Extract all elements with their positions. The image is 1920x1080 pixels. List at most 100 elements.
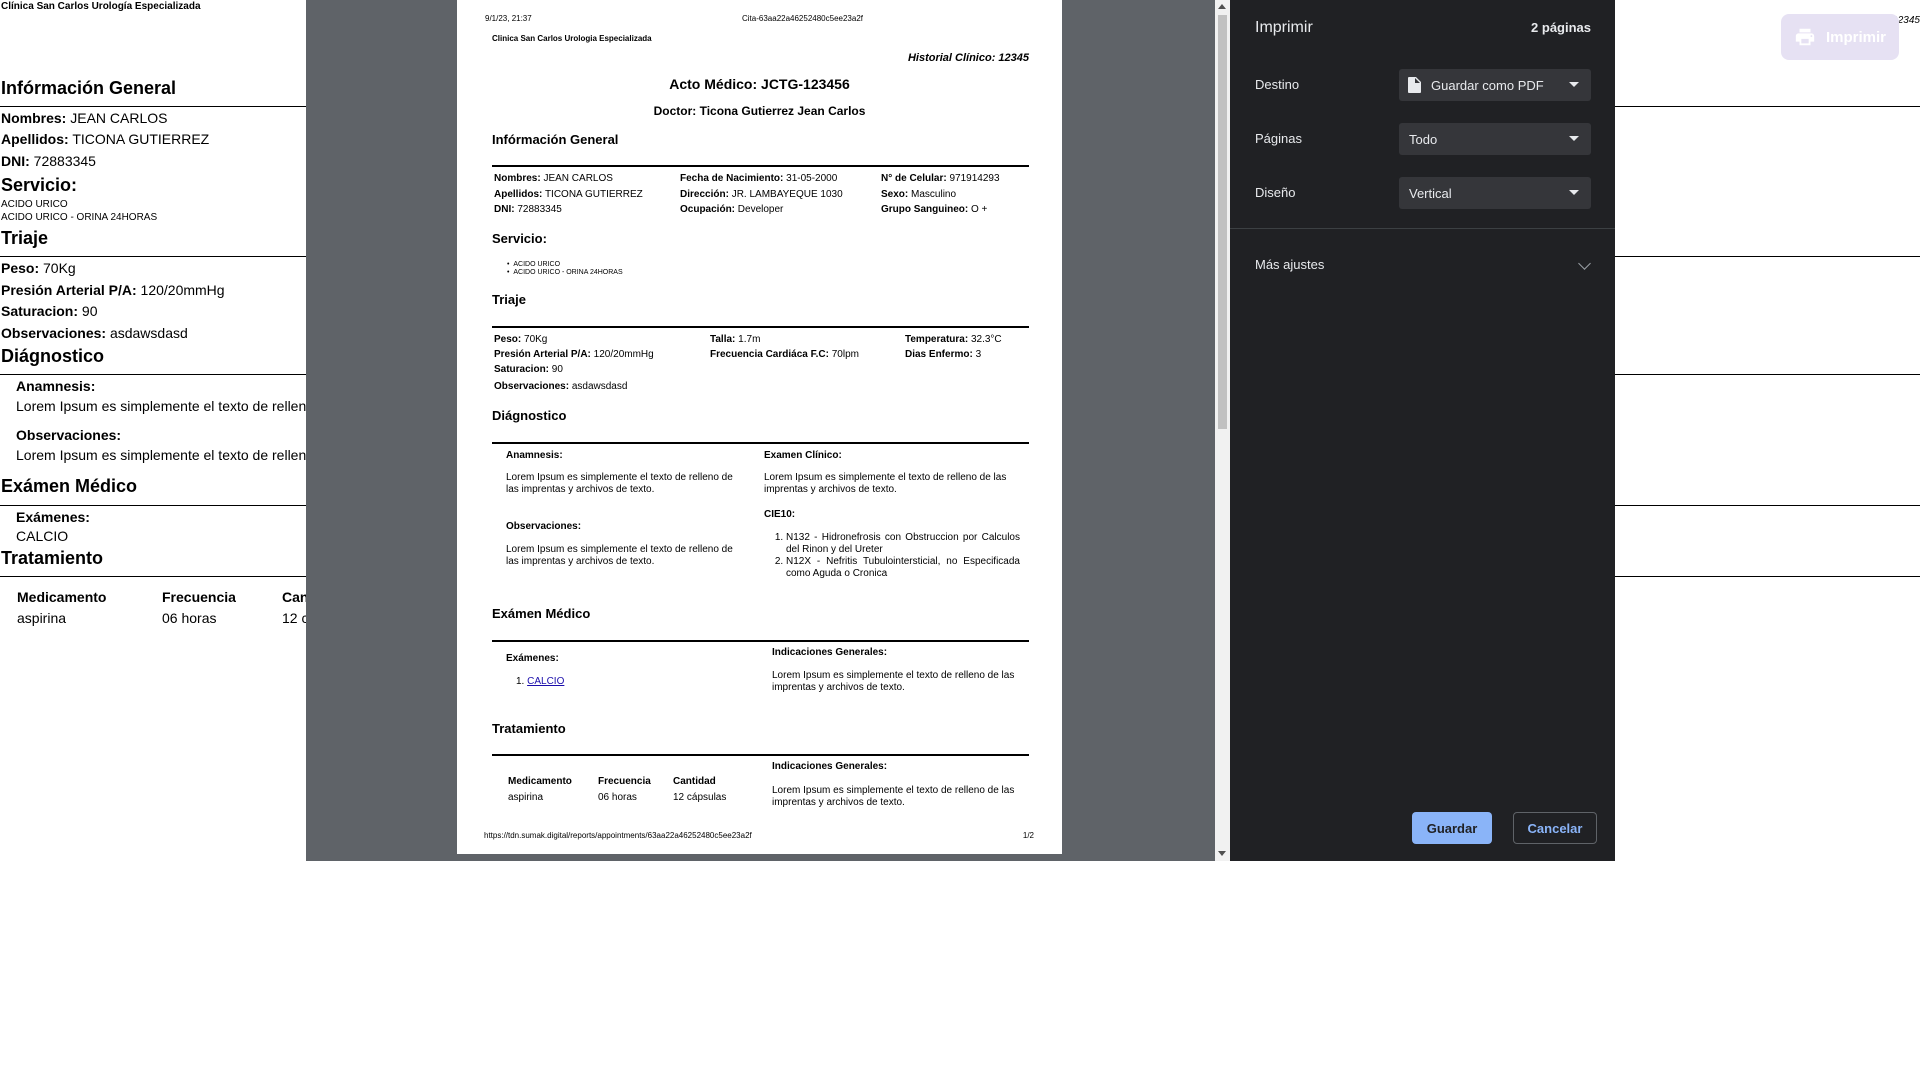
- preview-page: 9/1/23, 21:37 Cita-63aa22a46252480c5ee23…: [457, 0, 1062, 854]
- scrollbar-thumb[interactable]: [1218, 15, 1227, 429]
- preview-obs-text: Lorem Ipsum es simplemente el texto de r…: [506, 544, 733, 567]
- info-title: Infórmación General: [1, 78, 177, 98]
- preview-fc: Frecuencia Cardiáca F.C: 70lpm: [710, 349, 859, 360]
- diseno-label: Diseño: [1255, 185, 1296, 200]
- print-button-label: Imprimir: [1825, 28, 1886, 46]
- preview-sexo: Sexo: Masculino: [881, 189, 957, 200]
- preview-footer-page: 1/2: [1022, 831, 1034, 840]
- preview-nombres: Nombres: JEAN CARLOS: [494, 173, 613, 184]
- print-settings-panel: Imprimir 2 páginas Destino Guardar como …: [1230, 0, 1615, 861]
- preview-dias: Dias Enfermo: 3: [905, 349, 982, 360]
- servicio-title: Servicio:: [1, 175, 78, 195]
- preview-anamnesis-label: Anamnesis:: [506, 450, 563, 461]
- diseno-value: Vertical: [1409, 185, 1452, 201]
- chevron-down-icon: [1569, 190, 1579, 195]
- preview-servicio-title: Servicio:: [492, 231, 547, 246]
- col-cantidad: Can: [282, 589, 309, 605]
- preview-cie10-list: N132 - Hidronefrosis con Obstruccion por…: [764, 532, 1020, 580]
- preview-footer-url: https://tdn.sumak.digital/reports/appoin…: [484, 831, 752, 840]
- servicio-item: ACIDO URICO: [1, 199, 68, 210]
- destino-value: Guardar como PDF: [1431, 77, 1544, 93]
- scroll-down-icon[interactable]: [1218, 851, 1226, 856]
- preview-cie10-label: CIE10:: [764, 509, 796, 520]
- expand-chevron-icon[interactable]: [1578, 257, 1591, 270]
- triaje-title: Triaje: [1, 228, 49, 248]
- preview-cell-frecuencia: 06 horas: [598, 792, 637, 803]
- preview-servicio-item: • ACIDO URICO: [507, 261, 561, 268]
- panel-divider: [1230, 228, 1615, 229]
- preview-divider: [492, 640, 1029, 642]
- observaciones-label: Observaciones:: [16, 427, 122, 443]
- preview-fnac: Fecha de Nacimiento: 31-05-2000: [680, 173, 838, 184]
- preview-divider: [492, 326, 1029, 328]
- preview-observaciones: Observaciones: asdawsdasd: [494, 381, 628, 392]
- print-preview-area[interactable]: 9/1/23, 21:37 Cita-63aa22a46252480c5ee23…: [306, 0, 1230, 861]
- more-settings[interactable]: Más ajustes: [1255, 257, 1324, 272]
- chevron-down-icon: [1569, 82, 1579, 87]
- preview-obs-label: Observaciones:: [506, 521, 582, 532]
- print-dialog: 9/1/23, 21:37 Cita-63aa22a46252480c5ee23…: [306, 0, 1615, 861]
- preview-indicaciones-label-2: Indicaciones Generales:: [772, 761, 888, 772]
- peso-line: Peso: 70Kg: [1, 260, 76, 276]
- preview-doc-title: Cita-63aa22a46252480c5ee23a2f: [742, 14, 863, 23]
- preview-dni: DNI: 72883345: [494, 204, 562, 215]
- preview-info-title: Infórmación General: [492, 132, 619, 147]
- saturacion-line: Saturacion: 90: [1, 303, 98, 319]
- observaciones-text: Lorem Ipsum es simplemente el texto de r…: [16, 447, 307, 463]
- preview-indicaciones-label: Indicaciones Generales:: [772, 647, 888, 658]
- paginas-select[interactable]: Todo: [1399, 123, 1591, 155]
- examen-title: Exámen Médico: [1, 476, 138, 496]
- dni-line: DNI: 72883345: [1, 153, 96, 169]
- print-button[interactable]: Imprimir: [1781, 14, 1899, 60]
- preview-servicio-item: • ACIDO URICO - ORINA 24HORAS: [507, 269, 623, 276]
- save-button[interactable]: Guardar: [1412, 812, 1492, 844]
- preview-indicaciones-text-2: Lorem Ipsum es simplemente el texto de r…: [772, 785, 1015, 808]
- preview-cell-cantidad: 12 cápsulas: [673, 792, 727, 803]
- preview-ocup: Ocupación: Developer: [680, 204, 784, 215]
- preview-tratamiento-title: Tratamiento: [492, 721, 566, 736]
- cancel-button[interactable]: Cancelar: [1513, 812, 1597, 844]
- preview-examenes-label: Exámenes:: [506, 653, 559, 664]
- examen-item: CALCIO: [16, 528, 69, 544]
- preview-clinic: Clinica San Carlos Urologia Especializad…: [492, 34, 652, 43]
- preview-anamnesis-text: Lorem Ipsum es simplemente el texto de r…: [506, 472, 733, 495]
- preview-historial: Historial Clínico: 12345: [907, 52, 1029, 64]
- preview-divider: [492, 754, 1029, 756]
- nombres-line: Nombres: JEAN CARLOS: [1, 110, 168, 126]
- cie10-item: N12X - Nefritis Tubulointersticial, no E…: [786, 556, 1020, 580]
- preview-divider: [492, 442, 1029, 444]
- preview-doctor: Doctor: Ticona Gutierrez Jean Carlos: [653, 104, 866, 118]
- servicio-item: ACIDO URICO - ORINA 24HORAS: [1, 212, 158, 223]
- preview-cel: N° de Celular: 971914293: [881, 173, 1000, 184]
- preview-diagnostico-title: Diágnostico: [492, 408, 567, 423]
- paginas-label: Páginas: [1255, 131, 1302, 146]
- presion-line: Presión Arterial P/A: 120/20mmHg: [1, 282, 225, 298]
- cell-medicamento: aspirina: [17, 610, 67, 626]
- destino-select[interactable]: Guardar como PDF: [1399, 69, 1591, 101]
- paginas-value: Todo: [1409, 131, 1438, 147]
- preview-scrollbar[interactable]: [1215, 0, 1230, 861]
- apellidos-line: Apellidos: TICONA GUTIERREZ: [1, 131, 210, 147]
- preview-presion: Presión Arterial P/A: 120/20mmHg: [494, 349, 654, 360]
- col-frecuencia: Frecuencia: [162, 589, 236, 605]
- preview-examen-title: Exámen Médico: [492, 606, 591, 621]
- anamnesis-text: Lorem Ipsum es simplemente el texto de r…: [16, 398, 307, 414]
- preview-examen-clinico-text: Lorem Ipsum es simplemente el texto de r…: [764, 472, 1007, 495]
- page-count: 2 páginas: [1531, 20, 1591, 35]
- clinic-name: Clínica San Carlos Urología Especializad…: [1, 1, 201, 12]
- cell-frecuencia: 06 horas: [162, 610, 217, 626]
- cell-cantidad: 12 c: [282, 610, 309, 626]
- diseno-select[interactable]: Vertical: [1399, 177, 1591, 209]
- cie10-item: N132 - Hidronefrosis con Obstruccion por…: [786, 532, 1020, 556]
- preview-cell-medicamento: aspirina: [508, 792, 544, 803]
- preview-apellidos: Apellidos: TICONA GUTIERREZ: [494, 189, 643, 200]
- calcio-link[interactable]: CALCIO: [527, 676, 564, 687]
- observaciones-line: Observaciones: asdawsdasd: [1, 325, 188, 341]
- preview-talla: Talla: 1.7m: [710, 334, 761, 345]
- scroll-up-icon[interactable]: [1218, 4, 1226, 9]
- destino-label: Destino: [1255, 77, 1300, 92]
- col-medicamento: Medicamento: [17, 589, 107, 605]
- chevron-down-icon: [1569, 136, 1579, 141]
- anamnesis-label: Anamnesis:: [16, 378, 96, 394]
- preview-saturacion: Saturacion: 90: [494, 364, 563, 375]
